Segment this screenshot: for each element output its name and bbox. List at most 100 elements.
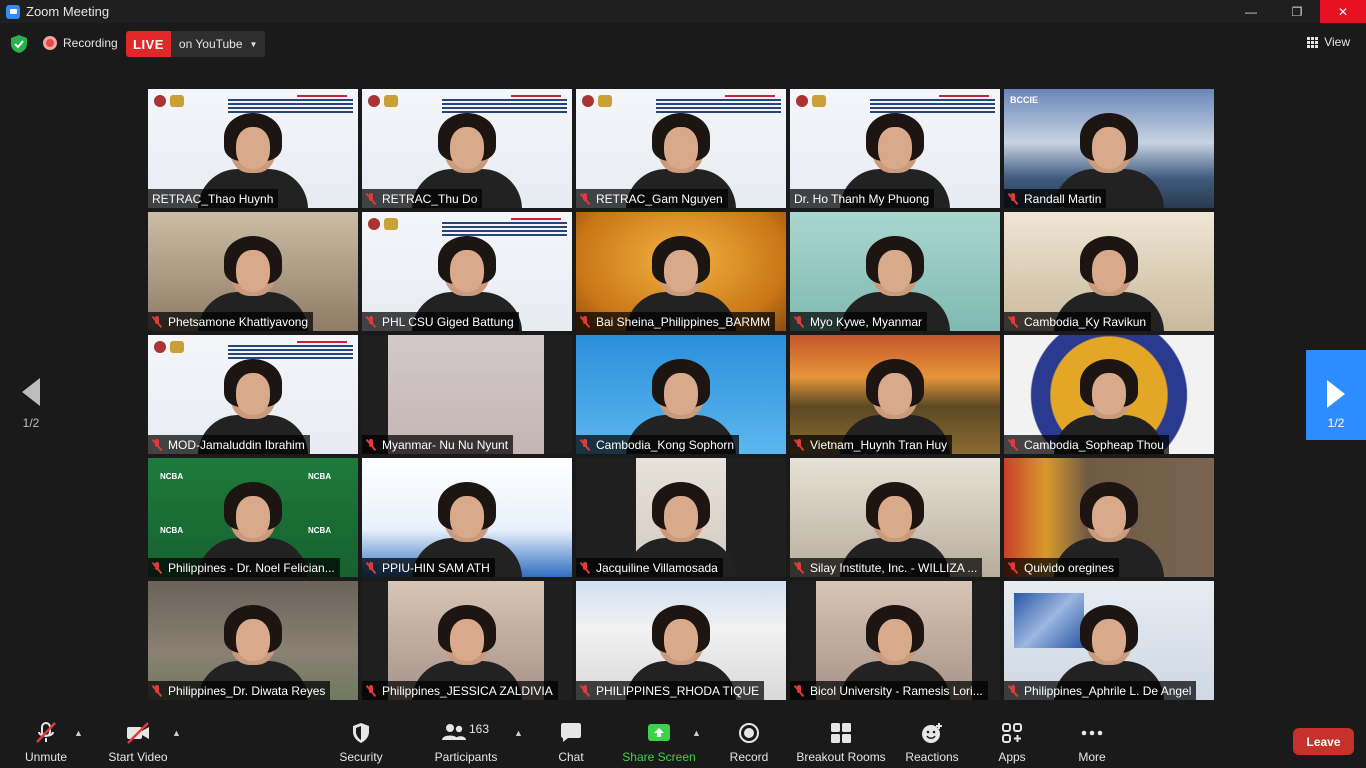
participants-button[interactable]: 163 Participants xyxy=(432,712,500,768)
reactions-button[interactable]: Reactions xyxy=(902,712,962,768)
breakout-rooms-icon xyxy=(831,723,851,743)
microphone-muted-icon xyxy=(1008,684,1018,697)
participant-tile[interactable]: Bicol University - Ramesis Lori... xyxy=(790,581,1000,700)
live-badge: LIVE xyxy=(126,31,171,57)
participant-tile[interactable]: Bai Sheina_Philippines_BARMM xyxy=(576,212,786,331)
participant-tile[interactable]: PHL CSU Giged Battung xyxy=(362,212,572,331)
participant-tile[interactable]: Silay Institute, Inc. - WILLIZA ... xyxy=(790,458,1000,577)
seminar-logo-icon xyxy=(582,95,594,107)
participant-tile[interactable]: Philippines_Aphrile L. De Angel xyxy=(1004,581,1214,700)
participants-icon-group: 163 xyxy=(441,722,491,744)
share-screen-button[interactable]: Share Screen xyxy=(622,712,696,768)
seminar-logo-icon xyxy=(154,95,166,107)
chevron-left-icon xyxy=(22,378,40,406)
participant-nametag: Dr. Ho Thanh My Phuong xyxy=(790,189,935,208)
participant-tile[interactable]: Jacquiline Villamosada xyxy=(576,458,786,577)
page-indicator-right: 1/2 xyxy=(1327,416,1345,430)
participant-tile[interactable]: Quivido oregines xyxy=(1004,458,1214,577)
participant-tile[interactable]: PHILIPPINES_RHODA TIQUE xyxy=(576,581,786,700)
participant-name: Dr. Ho Thanh My Phuong xyxy=(794,191,930,206)
participant-tile[interactable]: Vietnam_Huynh Tran Huy xyxy=(790,335,1000,454)
apps-button[interactable]: Apps xyxy=(994,712,1030,768)
participant-name: Vietnam_Huynh Tran Huy xyxy=(810,437,948,452)
participant-tile[interactable]: Philippines_JESSICA ZALDIVIA xyxy=(362,581,572,700)
anniversary-logo-icon xyxy=(384,95,398,107)
participant-nametag: MOD-Jamaluddin Ibrahim xyxy=(148,435,310,454)
close-button[interactable]: ✕ xyxy=(1320,0,1366,23)
window-controls: — ❐ ✕ xyxy=(1228,0,1366,23)
seminar-logo-icon xyxy=(154,341,166,353)
participant-tile[interactable]: Myanmar- Nu Nu Nyunt xyxy=(362,335,572,454)
view-button[interactable]: View xyxy=(1307,35,1350,49)
participant-tile[interactable]: NCBA NCBA NCBA NCBA Philippines - Dr. Noel F… xyxy=(148,458,358,577)
participant-nametag: Myo Kywe, Myanmar xyxy=(790,312,928,331)
ncba-logo: NCBA xyxy=(308,526,332,535)
participant-tile[interactable]: Myo Kywe, Myanmar xyxy=(790,212,1000,331)
participant-name: Bicol University - Ramesis Lori... xyxy=(810,683,983,698)
participant-tile[interactable]: PPIU-HIN SAM ATH xyxy=(362,458,572,577)
live-stream-indicator[interactable]: LIVE on YouTube ▼ xyxy=(126,31,266,57)
more-label: More xyxy=(1078,750,1106,764)
start-video-button[interactable]: Start Video xyxy=(104,712,172,768)
participant-tile[interactable]: RETRAC_Thu Do xyxy=(362,89,572,208)
microphone-muted-icon xyxy=(1008,192,1018,205)
participant-name: Cambodia_Sopheap Thou xyxy=(1024,437,1164,452)
ncba-logo: NCBA xyxy=(160,472,184,481)
minimize-button[interactable]: — xyxy=(1228,0,1274,23)
participant-tile[interactable]: Philippines_Dr. Diwata Reyes xyxy=(148,581,358,700)
participant-tile[interactable]: Cambodia_Kong Sophorn xyxy=(576,335,786,454)
participant-nametag: Philippines_Aphrile L. De Angel xyxy=(1004,681,1197,700)
microphone-muted-icon xyxy=(366,438,376,451)
participant-name: Jacquiline Villamosada xyxy=(596,560,718,575)
grid-view-icon xyxy=(1307,36,1319,48)
security-shield-icon[interactable] xyxy=(11,35,27,53)
unmute-button[interactable]: Unmute xyxy=(18,712,74,768)
participant-tile[interactable]: Cambodia_Sopheap Thou xyxy=(1004,335,1214,454)
participant-nametag: Philippines - Dr. Noel Felician... xyxy=(148,558,340,577)
participant-tile[interactable]: BCCIE Randall Martin xyxy=(1004,89,1214,208)
audio-options-chevron-icon[interactable]: ▲ xyxy=(74,728,83,738)
participant-tile[interactable]: MOD-Jamaluddin Ibrahim xyxy=(148,335,358,454)
breakout-rooms-button[interactable]: Breakout Rooms xyxy=(794,712,888,768)
participant-nametag: Myanmar- Nu Nu Nyunt xyxy=(362,435,514,454)
participant-name: Randall Martin xyxy=(1024,191,1102,206)
participants-label: Participants xyxy=(434,750,498,764)
participant-name: Myo Kywe, Myanmar xyxy=(810,314,923,329)
participants-options-chevron-icon[interactable]: ▲ xyxy=(514,728,523,738)
participant-tile[interactable]: Cambodia_Ky Ravikun xyxy=(1004,212,1214,331)
more-button[interactable]: More xyxy=(1074,712,1110,768)
participant-nametag: Philippines_JESSICA ZALDIVIA xyxy=(362,681,558,700)
participant-tile[interactable]: Dr. Ho Thanh My Phuong xyxy=(790,89,1000,208)
previous-page-button[interactable]: 1/2 xyxy=(12,378,50,430)
live-target-dropdown[interactable]: on YouTube ▼ xyxy=(170,31,266,57)
participant-nametag: Vietnam_Huynh Tran Huy xyxy=(790,435,953,454)
reactions-label: Reactions xyxy=(905,750,959,764)
leave-button[interactable]: Leave xyxy=(1293,728,1354,755)
participant-nametag: Silay Institute, Inc. - WILLIZA ... xyxy=(790,558,983,577)
security-button[interactable]: Security xyxy=(334,712,388,768)
participant-nametag: Randall Martin xyxy=(1004,189,1107,208)
zoom-app-icon xyxy=(6,4,20,19)
video-options-chevron-icon[interactable]: ▲ xyxy=(172,728,181,738)
participant-nametag: Cambodia_Kong Sophorn xyxy=(576,435,740,454)
participant-nametag: PHILIPPINES_RHODA TIQUE xyxy=(576,681,765,700)
participant-nametag: Philippines_Dr. Diwata Reyes xyxy=(148,681,331,700)
chat-button[interactable]: Chat xyxy=(552,712,590,768)
participant-tile[interactable]: Phetsamone Khattiyavong xyxy=(148,212,358,331)
next-page-button[interactable]: 1/2 xyxy=(1306,350,1366,440)
share-options-chevron-icon[interactable]: ▲ xyxy=(692,728,701,738)
restore-button[interactable]: ❐ xyxy=(1274,0,1320,23)
breakout-rooms-label: Breakout Rooms xyxy=(796,750,886,764)
record-button[interactable]: Record xyxy=(728,712,770,768)
seminar-banner xyxy=(228,95,353,113)
recording-indicator[interactable]: Recording xyxy=(43,36,118,50)
apps-icon xyxy=(1002,723,1022,743)
chat-label: Chat xyxy=(558,750,584,764)
participant-tile[interactable]: RETRAC_Thao Huynh xyxy=(148,89,358,208)
anniversary-logo-icon xyxy=(598,95,612,107)
participant-tile[interactable]: RETRAC_Gam Nguyen xyxy=(576,89,786,208)
live-target-label: on YouTube xyxy=(178,37,243,51)
participant-name: Phetsamone Khattiyavong xyxy=(168,314,309,329)
video-camera-off-icon xyxy=(127,722,149,744)
chevron-down-icon: ▼ xyxy=(249,39,258,49)
